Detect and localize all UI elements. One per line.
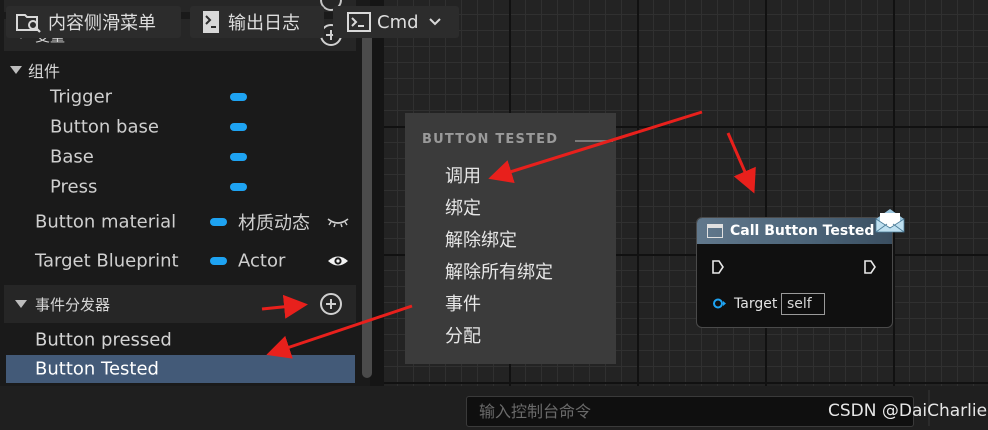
component-row-trigger[interactable]: Trigger (0, 82, 356, 112)
my-blueprint-panel: 变量 组件 Trigger Button base Base Press But… (0, 0, 372, 386)
scrollbar-thumb[interactable] (362, 28, 372, 378)
menu-item-call[interactable]: 调用 (445, 162, 481, 188)
content-drawer-button[interactable]: 内容侧滑菜单 (6, 6, 181, 38)
target-object-pin-icon[interactable] (712, 298, 726, 309)
component-name: Press (50, 176, 98, 198)
target-pin-label: Target (734, 296, 778, 312)
variable-name: Target Blueprint (35, 250, 179, 272)
component-row-press[interactable]: Press (0, 172, 356, 202)
variable-row-target-blueprint[interactable]: Target Blueprint Actor (0, 246, 356, 276)
menu-item-unbind-all[interactable]: 解除所有绑定 (445, 258, 553, 284)
event-dispatcher-envelope-icon (875, 209, 905, 233)
function-icon (707, 224, 723, 238)
component-row-button-base[interactable]: Button base (0, 112, 356, 142)
output-log-button[interactable]: 输出日志 (190, 6, 324, 38)
content-drawer-icon (16, 14, 41, 33)
components-group-label: 组件 (28, 62, 61, 81)
menu-item-bind[interactable]: 绑定 (445, 194, 481, 220)
dispatcher-row-button-pressed[interactable]: Button pressed (6, 326, 355, 354)
cmd-dropdown-button[interactable]: Cmd (333, 6, 459, 38)
object-type-pill-icon (230, 183, 247, 191)
exec-output-pin-icon[interactable] (863, 259, 877, 275)
node-header[interactable]: Call Button Tested (697, 218, 892, 244)
dispatcher-row-button-tested[interactable]: Button Tested (6, 355, 355, 383)
menu-heading-divider (575, 140, 613, 142)
variable-type: Actor (238, 250, 286, 272)
output-log-label: 输出日志 (228, 13, 300, 34)
eye-closed-icon[interactable] (327, 215, 349, 229)
collapse-triangle-icon (10, 66, 22, 74)
terminal-icon (347, 12, 371, 32)
cmd-label: Cmd (377, 11, 419, 33)
target-default-value[interactable]: self (781, 293, 825, 315)
call-button-tested-node[interactable]: Call Button Tested Target self (696, 217, 893, 328)
variable-type: 材质动态 (238, 213, 310, 234)
object-type-pill-icon (230, 93, 247, 101)
components-group-header[interactable]: 组件 (10, 58, 60, 82)
variable-row-button-material[interactable]: Button material 材质动态 (0, 207, 356, 237)
event-dispatchers-section-header[interactable]: 事件分发器 (4, 285, 356, 323)
component-name: Button base (50, 116, 159, 138)
dispatcher-context-menu: BUTTON TESTED 调用 绑定 解除绑定 解除所有绑定 事件 分配 (405, 113, 616, 364)
content-drawer-label: 内容侧滑菜单 (48, 13, 156, 34)
eye-open-icon[interactable] (327, 254, 349, 268)
menu-item-unbind[interactable]: 解除绑定 (445, 226, 517, 252)
component-name: Trigger (50, 86, 113, 108)
dispatcher-name: Button pressed (35, 329, 172, 351)
output-log-icon (203, 11, 219, 33)
variable-name: Button material (35, 211, 177, 233)
object-type-pill-icon (210, 218, 227, 226)
dispatcher-name: Button Tested (35, 358, 159, 380)
menu-heading: BUTTON TESTED (422, 132, 559, 147)
chevron-down-icon (428, 18, 441, 26)
event-dispatchers-section-label: 事件分发器 (35, 295, 111, 314)
add-event-dispatcher-button[interactable] (320, 293, 342, 315)
menu-item-event[interactable]: 事件 (445, 290, 481, 316)
node-title: Call Button Tested (730, 223, 875, 239)
component-row-base[interactable]: Base (0, 142, 356, 172)
object-type-pill-icon (230, 153, 247, 161)
component-name: Base (50, 146, 94, 168)
menu-item-assign[interactable]: 分配 (445, 322, 481, 348)
collapse-triangle-icon (15, 300, 27, 308)
exec-input-pin-icon[interactable] (711, 259, 725, 275)
watermark-text: CSDN @DaiCharlie (828, 401, 988, 421)
object-type-pill-icon (210, 257, 227, 265)
object-type-pill-icon (230, 123, 247, 131)
